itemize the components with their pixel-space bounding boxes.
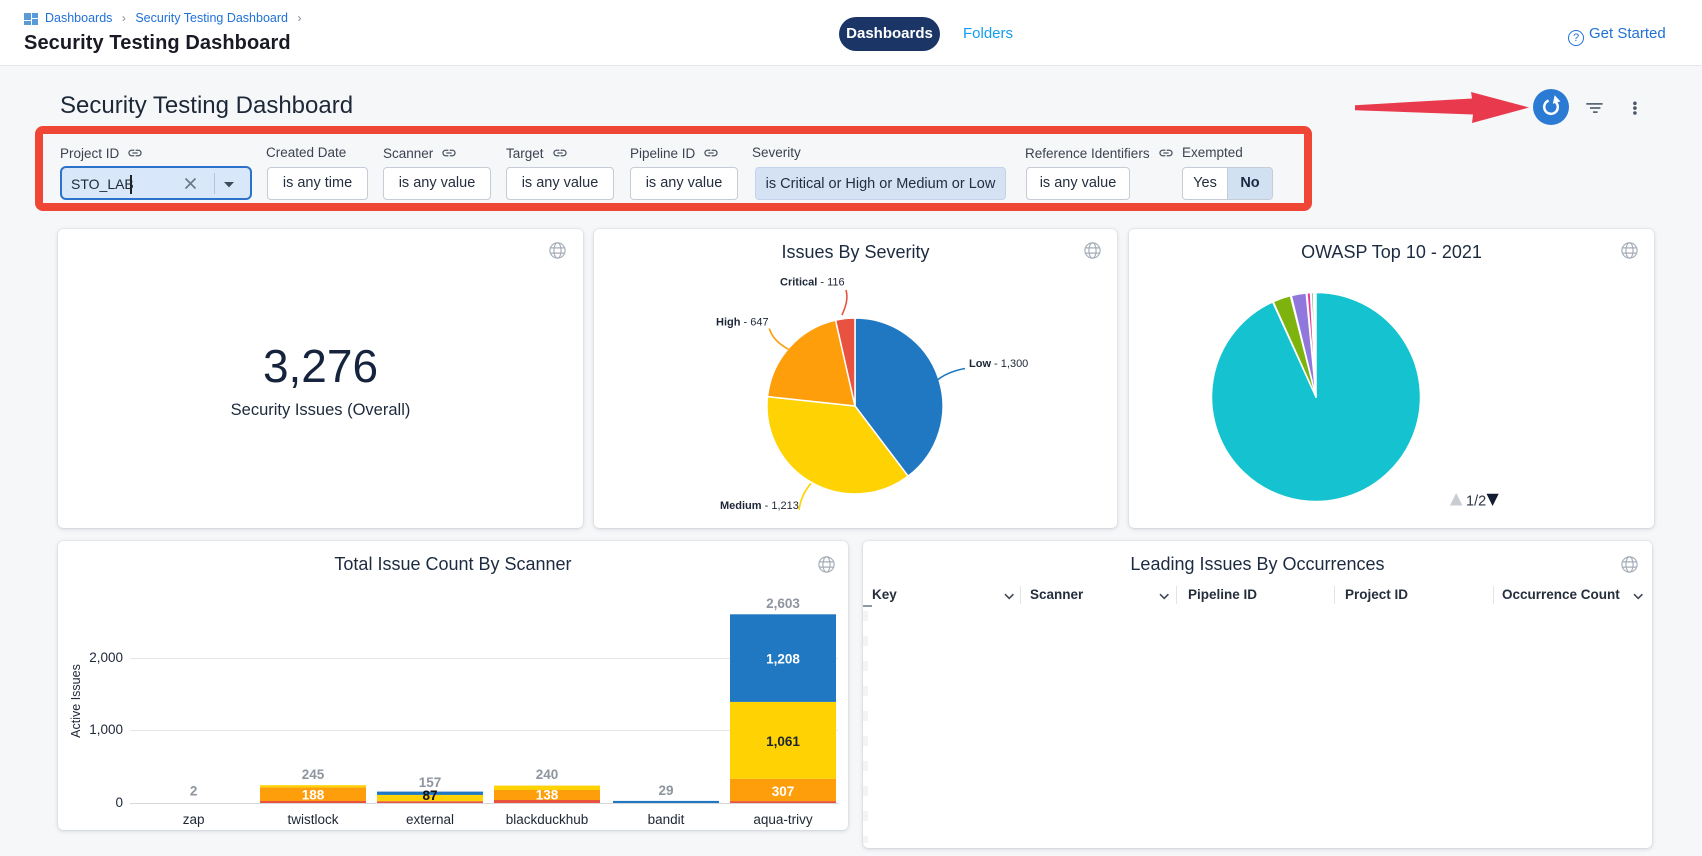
svg-text:High - 647: High - 647 <box>716 317 769 329</box>
svg-text:Low - 1,300: Low - 1,300 <box>969 358 1028 370</box>
svg-text:1,061: 1,061 <box>766 734 800 749</box>
svg-text:240: 240 <box>536 767 559 782</box>
svg-text:Critical - 116: Critical - 116 <box>780 277 845 289</box>
svg-text:twistlock: twistlock <box>287 812 338 827</box>
svg-text:zap: zap <box>183 812 205 827</box>
svg-text:bandit: bandit <box>648 812 685 827</box>
svg-text:external: external <box>406 812 454 827</box>
svg-text:1,208: 1,208 <box>766 652 800 667</box>
svg-text:188: 188 <box>302 788 325 803</box>
svg-text:Active Issues: Active Issues <box>69 664 83 738</box>
svg-text:245: 245 <box>302 767 325 782</box>
svg-text:Medium - 1,213: Medium - 1,213 <box>720 500 799 512</box>
svg-text:aqua-trivy: aqua-trivy <box>753 812 813 827</box>
svg-text:29: 29 <box>658 783 673 798</box>
svg-text:138: 138 <box>536 788 559 803</box>
svg-text:87: 87 <box>422 788 437 803</box>
svg-text:1,000: 1,000 <box>89 722 123 737</box>
svg-text:2,603: 2,603 <box>766 596 800 611</box>
svg-text:2: 2 <box>190 784 198 799</box>
svg-text:307: 307 <box>772 784 795 799</box>
svg-text:blackduckhub: blackduckhub <box>506 812 589 827</box>
svg-text:0: 0 <box>115 795 123 810</box>
svg-text:2,000: 2,000 <box>89 650 123 665</box>
svg-text:1/2: 1/2 <box>1466 494 1486 510</box>
